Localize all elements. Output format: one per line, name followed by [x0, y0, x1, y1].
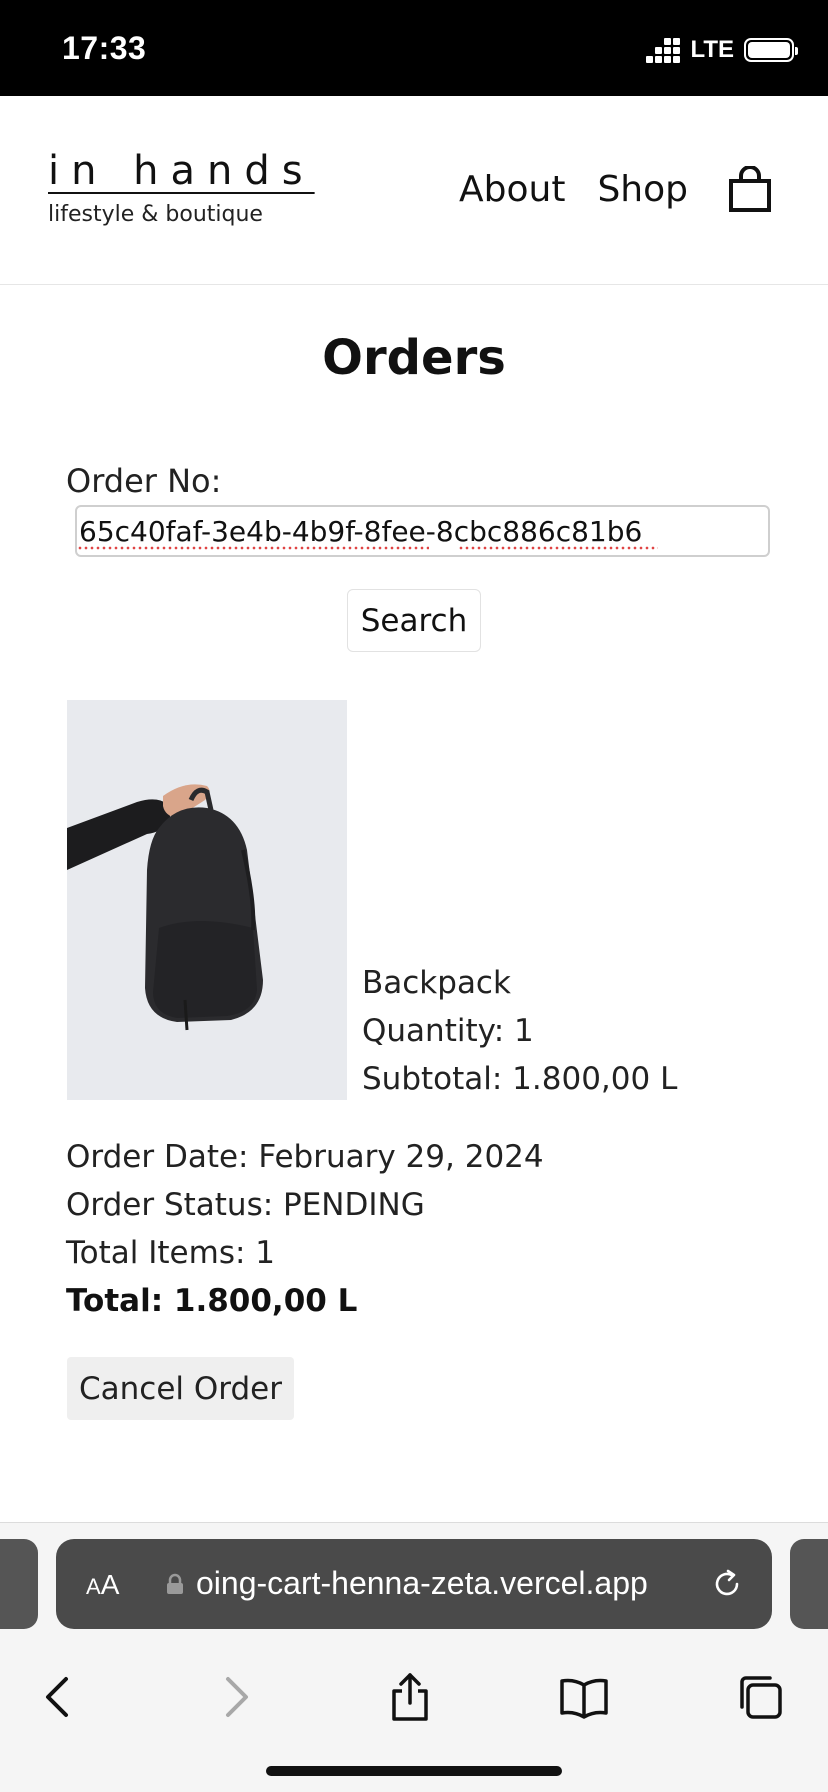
share-icon[interactable]	[384, 1671, 436, 1723]
site-header: in hands lifestyle & boutique About Shop	[0, 96, 828, 285]
bookmarks-icon[interactable]	[558, 1671, 610, 1723]
product-subtotal: Subtotal: 1.800,00 L	[362, 1061, 678, 1097]
browser-bottom-bar: AA oing-cart-henna-zeta.vercel.app	[0, 1522, 828, 1792]
spellcheck-underline	[77, 546, 429, 550]
status-bar: 17:33 LTE	[0, 0, 828, 96]
product-name: Backpack	[362, 965, 511, 1001]
home-indicator[interactable]	[266, 1766, 562, 1776]
aa-large: A	[100, 1569, 120, 1600]
spellcheck-underline	[458, 546, 658, 550]
product-info: Backpack Quantity: 1 Subtotal: 1.800,00 …	[362, 959, 677, 1103]
browser-toolbar	[0, 1653, 828, 1753]
page-title: Orders	[322, 330, 506, 386]
order-date: Order Date: February 29, 2024	[66, 1139, 544, 1175]
order-summary: Order Date: February 29, 2024 Order Stat…	[66, 1133, 544, 1325]
total-items: Total Items: 1	[66, 1235, 275, 1271]
previous-tab-preview[interactable]	[0, 1539, 38, 1629]
address-bar[interactable]: AA oing-cart-henna-zeta.vercel.app	[56, 1539, 772, 1629]
logo-title[interactable]: in hands	[48, 148, 315, 194]
shopping-bag-icon[interactable]	[728, 165, 772, 212]
product-quantity: Quantity: 1	[362, 1013, 534, 1049]
order-status: Order Status: PENDING	[66, 1187, 425, 1223]
network-label: LTE	[690, 36, 734, 63]
logo[interactable]: in hands lifestyle & boutique	[48, 148, 315, 227]
page-settings-button[interactable]: AA	[86, 1569, 119, 1601]
product-image	[67, 700, 347, 1100]
reload-icon[interactable]	[710, 1567, 744, 1601]
aa-small: A	[86, 1574, 101, 1599]
search-button[interactable]: Search	[347, 589, 481, 652]
signal-icon	[646, 37, 681, 63]
order-number-label: Order No:	[66, 462, 222, 500]
tabs-icon[interactable]	[734, 1671, 786, 1723]
next-tab-preview[interactable]	[790, 1539, 828, 1629]
order-total: Total: 1.800,00 L	[66, 1283, 358, 1319]
battery-icon	[744, 38, 798, 62]
url-text[interactable]: oing-cart-henna-zeta.vercel.app	[196, 1565, 666, 1602]
cancel-order-button[interactable]: Cancel Order	[67, 1357, 294, 1420]
nav-about-link[interactable]: About	[459, 169, 565, 210]
nav-shop-link[interactable]: Shop	[597, 169, 688, 210]
back-icon[interactable]	[34, 1671, 86, 1723]
lock-icon	[167, 1573, 183, 1594]
forward-icon[interactable]	[210, 1671, 262, 1723]
status-indicators: LTE	[646, 36, 798, 64]
status-time: 17:33	[62, 30, 147, 66]
logo-subtitle: lifestyle & boutique	[48, 202, 263, 227]
main-nav: About Shop	[459, 165, 772, 212]
